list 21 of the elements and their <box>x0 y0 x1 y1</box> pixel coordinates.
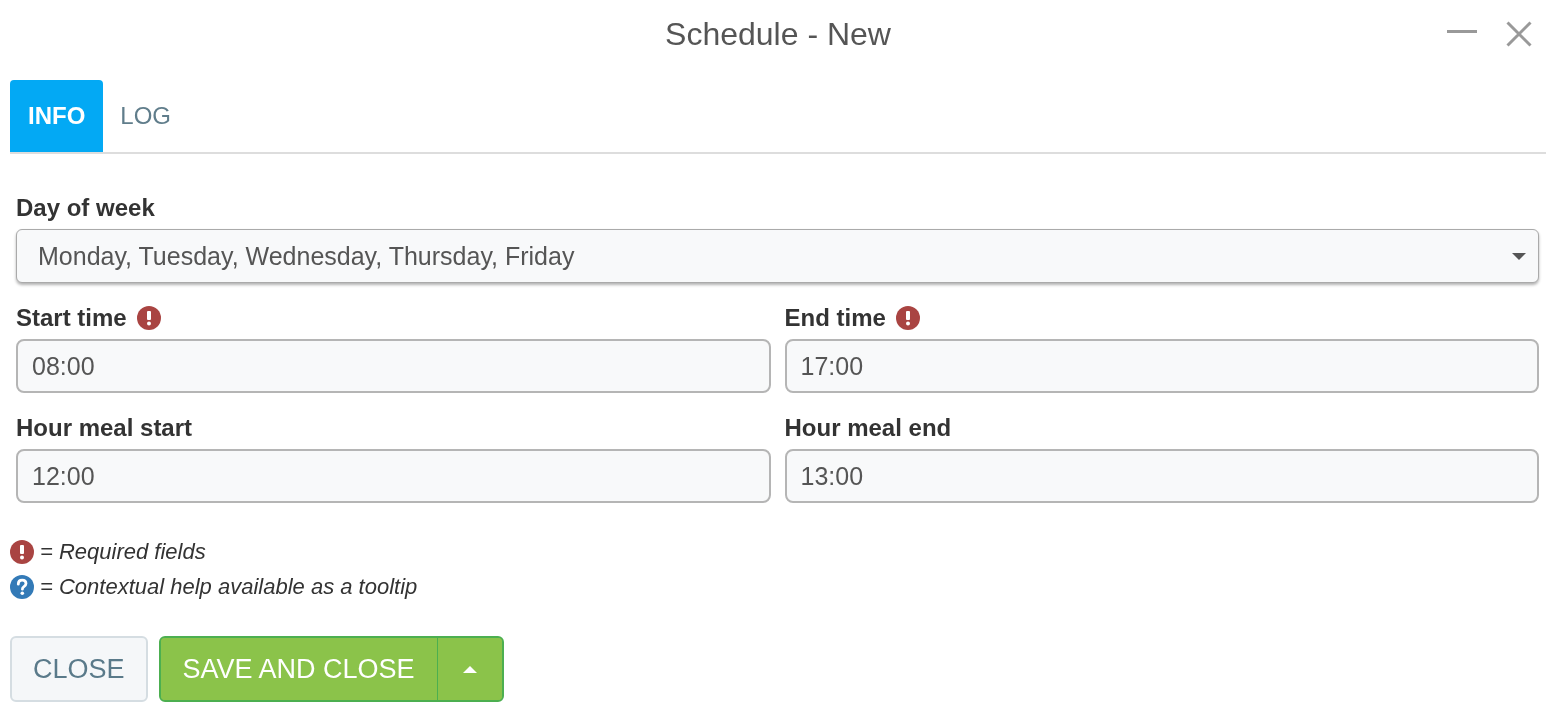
input-field[interactable]: 17:00 <box>784 339 1539 393</box>
input-field[interactable]: 13:00 <box>784 449 1539 503</box>
question-icon <box>10 574 34 599</box>
legend-text: = Contextual help available as a tooltip <box>40 573 418 600</box>
input-field[interactable]: 08:00 <box>16 339 771 393</box>
field-label: Hour meal start <box>16 413 193 443</box>
minimize-icon[interactable] <box>1447 29 1477 33</box>
exclamation-icon <box>10 539 34 564</box>
field-label: Hour meal end <box>784 413 952 443</box>
legend-text: = Required fields <box>40 538 206 565</box>
field-label: End time <box>784 303 886 333</box>
day-of-week-dropdown[interactable]: Monday, Tuesday, Wednesday, Thursday, Friday <box>16 229 1539 283</box>
caret-icon <box>1512 252 1526 260</box>
input-field[interactable]: 12:00 <box>16 449 771 503</box>
field-label: Day of week <box>16 193 155 223</box>
field-label: Start time <box>16 303 127 333</box>
close-icon[interactable] <box>1506 21 1532 47</box>
tab[interactable]: LOG <box>103 80 188 152</box>
close-button[interactable]: CLOSE <box>10 636 148 702</box>
caret-icon <box>462 665 477 673</box>
window-title: Schedule - New <box>665 15 891 54</box>
